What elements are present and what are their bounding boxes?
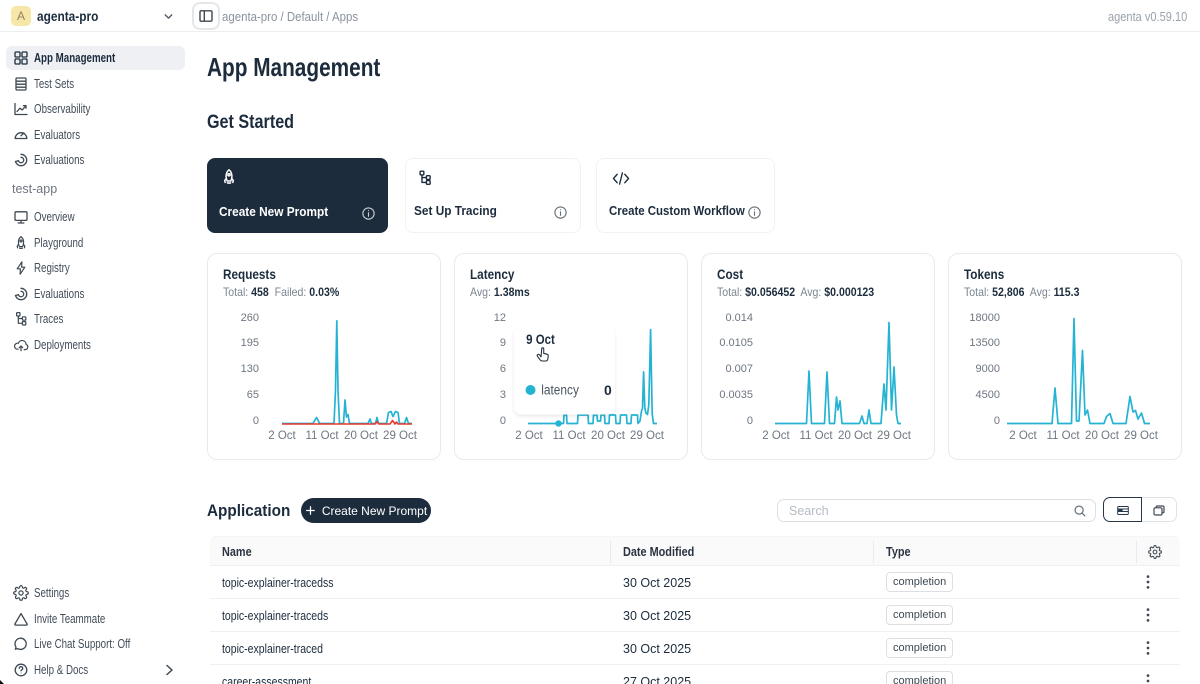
svg-text:0: 0 — [604, 382, 612, 398]
svg-text:9 Oct: 9 Oct — [526, 332, 555, 347]
svg-text:latency: latency — [541, 382, 579, 398]
